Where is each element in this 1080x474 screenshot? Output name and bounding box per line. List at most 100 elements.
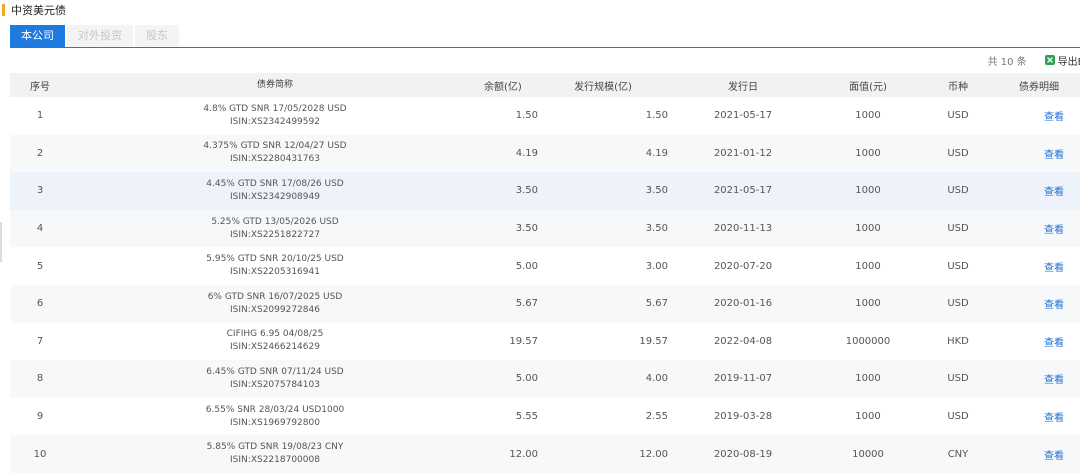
cell-currency: USD (947, 260, 969, 272)
cell-no: 5 (36, 260, 44, 272)
header-no: 序号 (30, 81, 50, 93)
cell-balance: 4.19 (515, 147, 538, 159)
bond-name: 5.85% GTD SNR 19/08/23 CNY (206, 442, 344, 453)
bond-name: 4.375% GTD SNR 12/04/27 USD (203, 141, 347, 152)
cell-issue-size: 4.19 (645, 147, 668, 159)
cell-detail: 查看 (998, 210, 1080, 248)
bond-isin: ISIN:XS2280431763 (230, 154, 320, 165)
cell-balance: 3.50 (515, 223, 538, 235)
cell-balance: 12.00 (509, 448, 538, 460)
view-link[interactable]: 查看 (1044, 296, 1064, 311)
cell-currency: USD (947, 110, 969, 122)
table-row: 8 6.45% GTD SNR 07/11/24 USD ISIN:XS2075… (10, 360, 1080, 398)
cell-detail: 查看 (998, 247, 1080, 285)
cell-currency: USD (947, 223, 969, 235)
cell-name: 4.45% GTD SNR 17/08/26 USD ISIN:XS234290… (70, 172, 480, 210)
view-link[interactable]: 查看 (1044, 146, 1064, 161)
cell-detail: 查看 (998, 360, 1080, 398)
view-link[interactable]: 查看 (1044, 221, 1064, 236)
cell-currency: HKD (947, 335, 969, 347)
header-name: 债券简称 (256, 79, 293, 90)
cell-issue-date: 2019-03-28 (713, 411, 773, 423)
view-link[interactable]: 查看 (1044, 259, 1064, 274)
cell-face-value: 1000 (855, 147, 881, 159)
cell-face-value: 1000 (855, 185, 881, 197)
cell-balance: 5.55 (515, 411, 538, 423)
section-accent-bar (2, 4, 5, 16)
cell-face-value: 1000000 (845, 335, 891, 347)
cell-issue-size: 12.00 (639, 448, 668, 460)
section-header: 中资美元债 (0, 0, 66, 20)
cell-no: 2 (36, 147, 44, 159)
cell-balance: 1.50 (515, 110, 538, 122)
excel-icon (1044, 55, 1055, 65)
cell-face-value: 1000 (855, 223, 881, 235)
cell-issue-date: 2020-07-20 (713, 260, 773, 272)
cell-issue-size: 5.67 (645, 298, 668, 310)
bond-table: 序号 债券简称 余额(亿) 发行规模(亿) 发行日 面值(元) 币种 债券明细 … (10, 73, 1080, 473)
cell-issue-date: 2020-11-13 (713, 223, 773, 235)
view-link[interactable]: 查看 (1044, 108, 1064, 123)
view-link[interactable]: 查看 (1044, 447, 1064, 462)
cell-issue-size: 3.50 (645, 223, 668, 235)
cell-name: 6.45% GTD SNR 07/11/24 USD ISIN:XS207578… (70, 360, 480, 398)
bond-name: 6.45% GTD SNR 07/11/24 USD (206, 366, 344, 377)
table-row: 4 5.25% GTD 13/05/2026 USD ISIN:XS225182… (10, 209, 1080, 248)
view-link[interactable]: 查看 (1044, 183, 1064, 198)
header-face-value: 面值(元) (849, 81, 887, 93)
cell-detail: 查看 (998, 135, 1080, 173)
cell-no: 9 (36, 411, 44, 423)
cell-face-value: 1000 (855, 260, 881, 272)
cell-issue-date: 2019-11-07 (713, 373, 773, 385)
table-row: 10 5.85% GTD SNR 19/08/23 CNY ISIN:XS221… (10, 435, 1080, 473)
bond-name: 6% GTD SNR 16/07/2025 USD (207, 291, 343, 302)
cell-issue-date: 2022-04-08 (713, 335, 773, 347)
scroll-edge-marker (0, 222, 2, 262)
cell-no: 10 (33, 448, 47, 460)
cell-detail: 查看 (998, 97, 1080, 135)
bond-name: 6.55% SNR 28/03/24 USD1000 (205, 404, 345, 415)
cell-detail: 查看 (998, 285, 1080, 323)
bond-name: CIFIHG 6.95 04/08/25 (226, 329, 324, 340)
cell-balance: 19.57 (509, 335, 538, 347)
header-currency: 币种 (948, 81, 968, 93)
bond-name: 5.25% GTD 13/05/2026 USD (211, 216, 339, 227)
cell-currency: CNY (947, 448, 969, 460)
cell-no: 3 (36, 185, 44, 197)
cell-issue-size: 2.55 (645, 411, 668, 423)
view-link[interactable]: 查看 (1044, 409, 1064, 424)
bond-isin: ISIN:XS2342908949 (230, 191, 320, 202)
cell-no: 8 (36, 373, 44, 385)
bond-isin: ISIN:XS2466214629 (230, 342, 320, 353)
bond-name: 4.45% GTD SNR 17/08/26 USD (206, 178, 344, 189)
cell-issue-date: 2021-01-12 (713, 147, 773, 159)
cell-name: 6.55% SNR 28/03/24 USD1000 ISIN:XS196979… (70, 398, 480, 436)
cell-no: 6 (36, 298, 44, 310)
tab-company[interactable]: 本公司 (10, 25, 65, 47)
cell-balance: 5.00 (515, 373, 538, 385)
cell-face-value: 1000 (855, 110, 881, 122)
view-link[interactable]: 查看 (1044, 371, 1064, 386)
bond-name: 5.95% GTD SNR 20/10/25 USD (206, 254, 344, 265)
bond-isin: ISIN:XS2218700008 (230, 455, 320, 466)
table-row: 2 4.375% GTD SNR 12/04/27 USD ISIN:XS228… (10, 134, 1080, 173)
tab-investments[interactable]: 对外投资 (67, 25, 133, 47)
cell-no: 1 (36, 110, 44, 122)
view-link[interactable]: 查看 (1044, 334, 1064, 349)
table-row: 9 6.55% SNR 28/03/24 USD1000 ISIN:XS1969… (10, 398, 1080, 436)
cell-name: 4.8% GTD SNR 17/05/2028 USD ISIN:XS23424… (70, 97, 480, 135)
export-button[interactable]: 导出E (1044, 53, 1080, 68)
cell-issue-size: 3.50 (645, 185, 668, 197)
table-header-row: 序号 债券简称 余额(亿) 发行规模(亿) 发行日 面值(元) 币种 债券明细 (10, 73, 1080, 97)
cell-detail: 查看 (998, 172, 1080, 210)
bond-isin: ISIN:XS2075784103 (230, 379, 320, 390)
tab-shareholders[interactable]: 股东 (135, 25, 179, 47)
table-row: 6 6% GTD SNR 16/07/2025 USD ISIN:XS20992… (10, 284, 1080, 323)
cell-name: 5.25% GTD 13/05/2026 USD ISIN:XS22518227… (70, 210, 480, 248)
table-row: 5 5.95% GTD SNR 20/10/25 USD ISIN:XS2205… (10, 247, 1080, 285)
table-row: 1 4.8% GTD SNR 17/05/2028 USD ISIN:XS234… (10, 97, 1080, 135)
cell-face-value: 1000 (855, 373, 881, 385)
tab-bar: 本公司 对外投资 股东 (10, 25, 179, 47)
cell-name: 5.95% GTD SNR 20/10/25 USD ISIN:XS220531… (70, 247, 480, 285)
cell-no: 7 (36, 335, 44, 347)
